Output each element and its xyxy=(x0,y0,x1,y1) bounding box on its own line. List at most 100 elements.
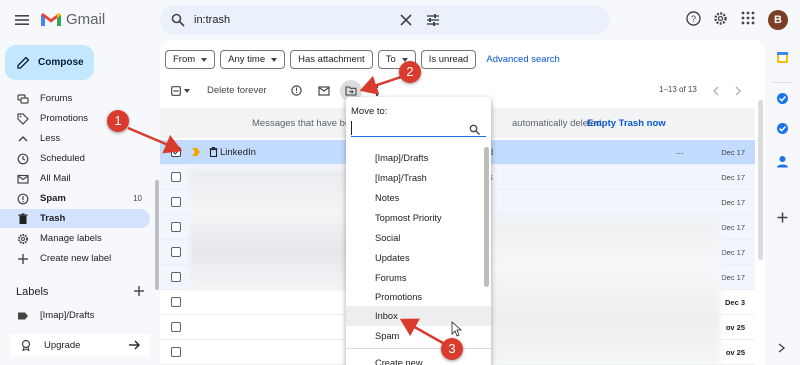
sidebar-item-label: Scheduled xyxy=(40,153,85,164)
row-checkbox[interactable] xyxy=(171,347,181,357)
gmail-logo[interactable]: Gmail xyxy=(40,11,105,28)
keep-icon[interactable] xyxy=(776,92,789,105)
move-to-search-field[interactable] xyxy=(351,121,486,137)
sidebar-item-spam[interactable]: Spam 10 xyxy=(0,189,150,208)
label-item-imap-drafts[interactable]: [Imap]/Drafts xyxy=(0,306,150,325)
move-caret-icon[interactable] xyxy=(365,89,371,93)
sidebar-item-label: Less xyxy=(40,133,61,144)
compose-button[interactable]: Compose xyxy=(5,45,94,80)
move-to-item[interactable]: [Imap]/Trash xyxy=(346,168,491,188)
sidebar-item-forums[interactable]: Forums xyxy=(0,89,150,108)
sidebar-item-trash[interactable]: Trash xyxy=(0,209,150,228)
gmail-wordmark: Gmail xyxy=(66,11,106,28)
menu-divider xyxy=(346,348,491,349)
arrow-right-icon[interactable] xyxy=(128,339,141,351)
blurred-senders xyxy=(190,170,350,290)
expand-panel-chevron-icon[interactable] xyxy=(778,343,786,353)
rail-divider xyxy=(772,82,792,83)
has-attachment-chip[interactable]: Has attachment xyxy=(290,50,373,69)
report-spam-icon[interactable] xyxy=(291,85,302,96)
add-label-plus-icon[interactable] xyxy=(133,285,145,297)
move-to-menu: Move to: [Imap]/Drafts [Imap]/Trash Note… xyxy=(346,97,491,365)
schedule-icon xyxy=(17,153,29,164)
move-to-item[interactable]: [Imap]/Drafts xyxy=(346,148,491,168)
sidebar-item-label: Trash xyxy=(40,213,66,224)
row-checkbox[interactable] xyxy=(171,322,181,332)
gmail-m-icon xyxy=(41,13,61,26)
help-icon[interactable]: ? xyxy=(686,11,701,26)
compose-label: Compose xyxy=(38,57,84,68)
settings-gear-icon[interactable] xyxy=(713,11,728,26)
select-dropdown-caret-icon[interactable] xyxy=(184,89,190,93)
newer-chevron-icon[interactable] xyxy=(712,86,719,96)
calendar-icon[interactable] xyxy=(776,51,789,64)
banner-text-left: Messages that have be xyxy=(252,118,351,129)
caret-down-icon xyxy=(201,57,208,62)
move-to-create-new[interactable]: Create new xyxy=(346,353,491,365)
label-item-label: [Imap]/Drafts xyxy=(40,310,95,321)
move-to-item[interactable]: Social xyxy=(346,228,491,248)
menu-icon[interactable] xyxy=(14,12,30,28)
sidebar-scrollbar[interactable] xyxy=(155,180,159,290)
tasks-icon[interactable] xyxy=(776,122,789,135)
row-checkbox[interactable] xyxy=(171,147,181,157)
row-checkbox[interactable] xyxy=(171,272,181,282)
plus-icon xyxy=(18,253,28,264)
sidebar-item-manage-labels[interactable]: Manage labels xyxy=(0,229,150,248)
search-input[interactable] xyxy=(194,11,534,29)
select-all-checkbox[interactable] xyxy=(171,86,181,96)
older-chevron-icon[interactable] xyxy=(735,86,742,96)
apps-grid-icon[interactable] xyxy=(741,11,755,25)
get-addons-plus-icon[interactable] xyxy=(777,212,788,223)
pencil-icon xyxy=(17,56,30,69)
email-date: Dec 17 xyxy=(721,248,745,257)
move-to-item[interactable]: Updates xyxy=(346,248,491,268)
row-checkbox[interactable] xyxy=(171,297,181,307)
delete-forever-button[interactable]: Delete forever xyxy=(207,85,267,96)
chevron-up-icon xyxy=(18,135,28,141)
email-ellipsis: ... xyxy=(676,146,684,156)
sidebar-item-create-label[interactable]: Create new label xyxy=(0,249,150,268)
more-options-icon[interactable] xyxy=(375,85,379,97)
row-checkbox[interactable] xyxy=(171,172,181,182)
sidebar-item-all-mail[interactable]: All Mail xyxy=(0,169,150,188)
search-icon[interactable] xyxy=(171,13,185,27)
advanced-search-link[interactable]: Advanced search xyxy=(486,54,559,65)
move-to-item[interactable]: Notes xyxy=(346,188,491,208)
annotation-badge-3: 3 xyxy=(441,338,463,360)
spam-count: 10 xyxy=(133,194,142,203)
search-bar[interactable] xyxy=(160,5,610,35)
move-to-search-input[interactable] xyxy=(351,121,466,135)
upgrade-banner[interactable]: Upgrade xyxy=(10,334,150,356)
check-mark-icon xyxy=(172,147,180,155)
sidebar-item-scheduled[interactable]: Scheduled xyxy=(0,149,150,168)
importance-marker-icon[interactable] xyxy=(192,148,200,156)
gear-icon xyxy=(18,233,28,244)
row-checkbox[interactable] xyxy=(171,222,181,232)
row-checkbox[interactable] xyxy=(171,197,181,207)
any-time-filter-chip[interactable]: Any time xyxy=(220,50,286,69)
mail-list-scrollbar[interactable] xyxy=(758,100,763,260)
account-avatar[interactable]: B xyxy=(768,10,788,30)
empty-trash-link[interactable]: Empty Trash now xyxy=(587,118,666,129)
email-date: Dec 17 xyxy=(721,198,745,207)
sidebar-item-label: All Mail xyxy=(40,173,71,184)
move-to-item-inbox[interactable]: Inbox xyxy=(346,306,491,326)
email-date: Dec 17 xyxy=(721,148,745,157)
sidebar-item-less[interactable]: Less xyxy=(0,129,150,148)
search-icon[interactable] xyxy=(469,124,480,135)
contacts-icon[interactable] xyxy=(776,155,789,168)
move-to-item[interactable]: Spam xyxy=(346,326,491,346)
tag-icon xyxy=(17,112,29,125)
mark-unread-icon[interactable] xyxy=(318,85,330,96)
filter-options-icon[interactable] xyxy=(426,13,440,27)
close-icon[interactable] xyxy=(400,14,412,26)
search-filter-chips: From Any time Has attachment To Is unrea… xyxy=(165,50,560,69)
move-to-item[interactable]: Topmost Priority xyxy=(346,208,491,228)
is-unread-chip[interactable]: Is unread xyxy=(420,50,477,69)
chip-label: Has attachment xyxy=(298,54,365,65)
row-checkbox[interactable] xyxy=(171,247,181,257)
move-to-item[interactable]: Promotions xyxy=(346,288,491,301)
from-filter-chip[interactable]: From xyxy=(165,50,216,69)
move-to-item[interactable]: Forums xyxy=(346,268,491,288)
